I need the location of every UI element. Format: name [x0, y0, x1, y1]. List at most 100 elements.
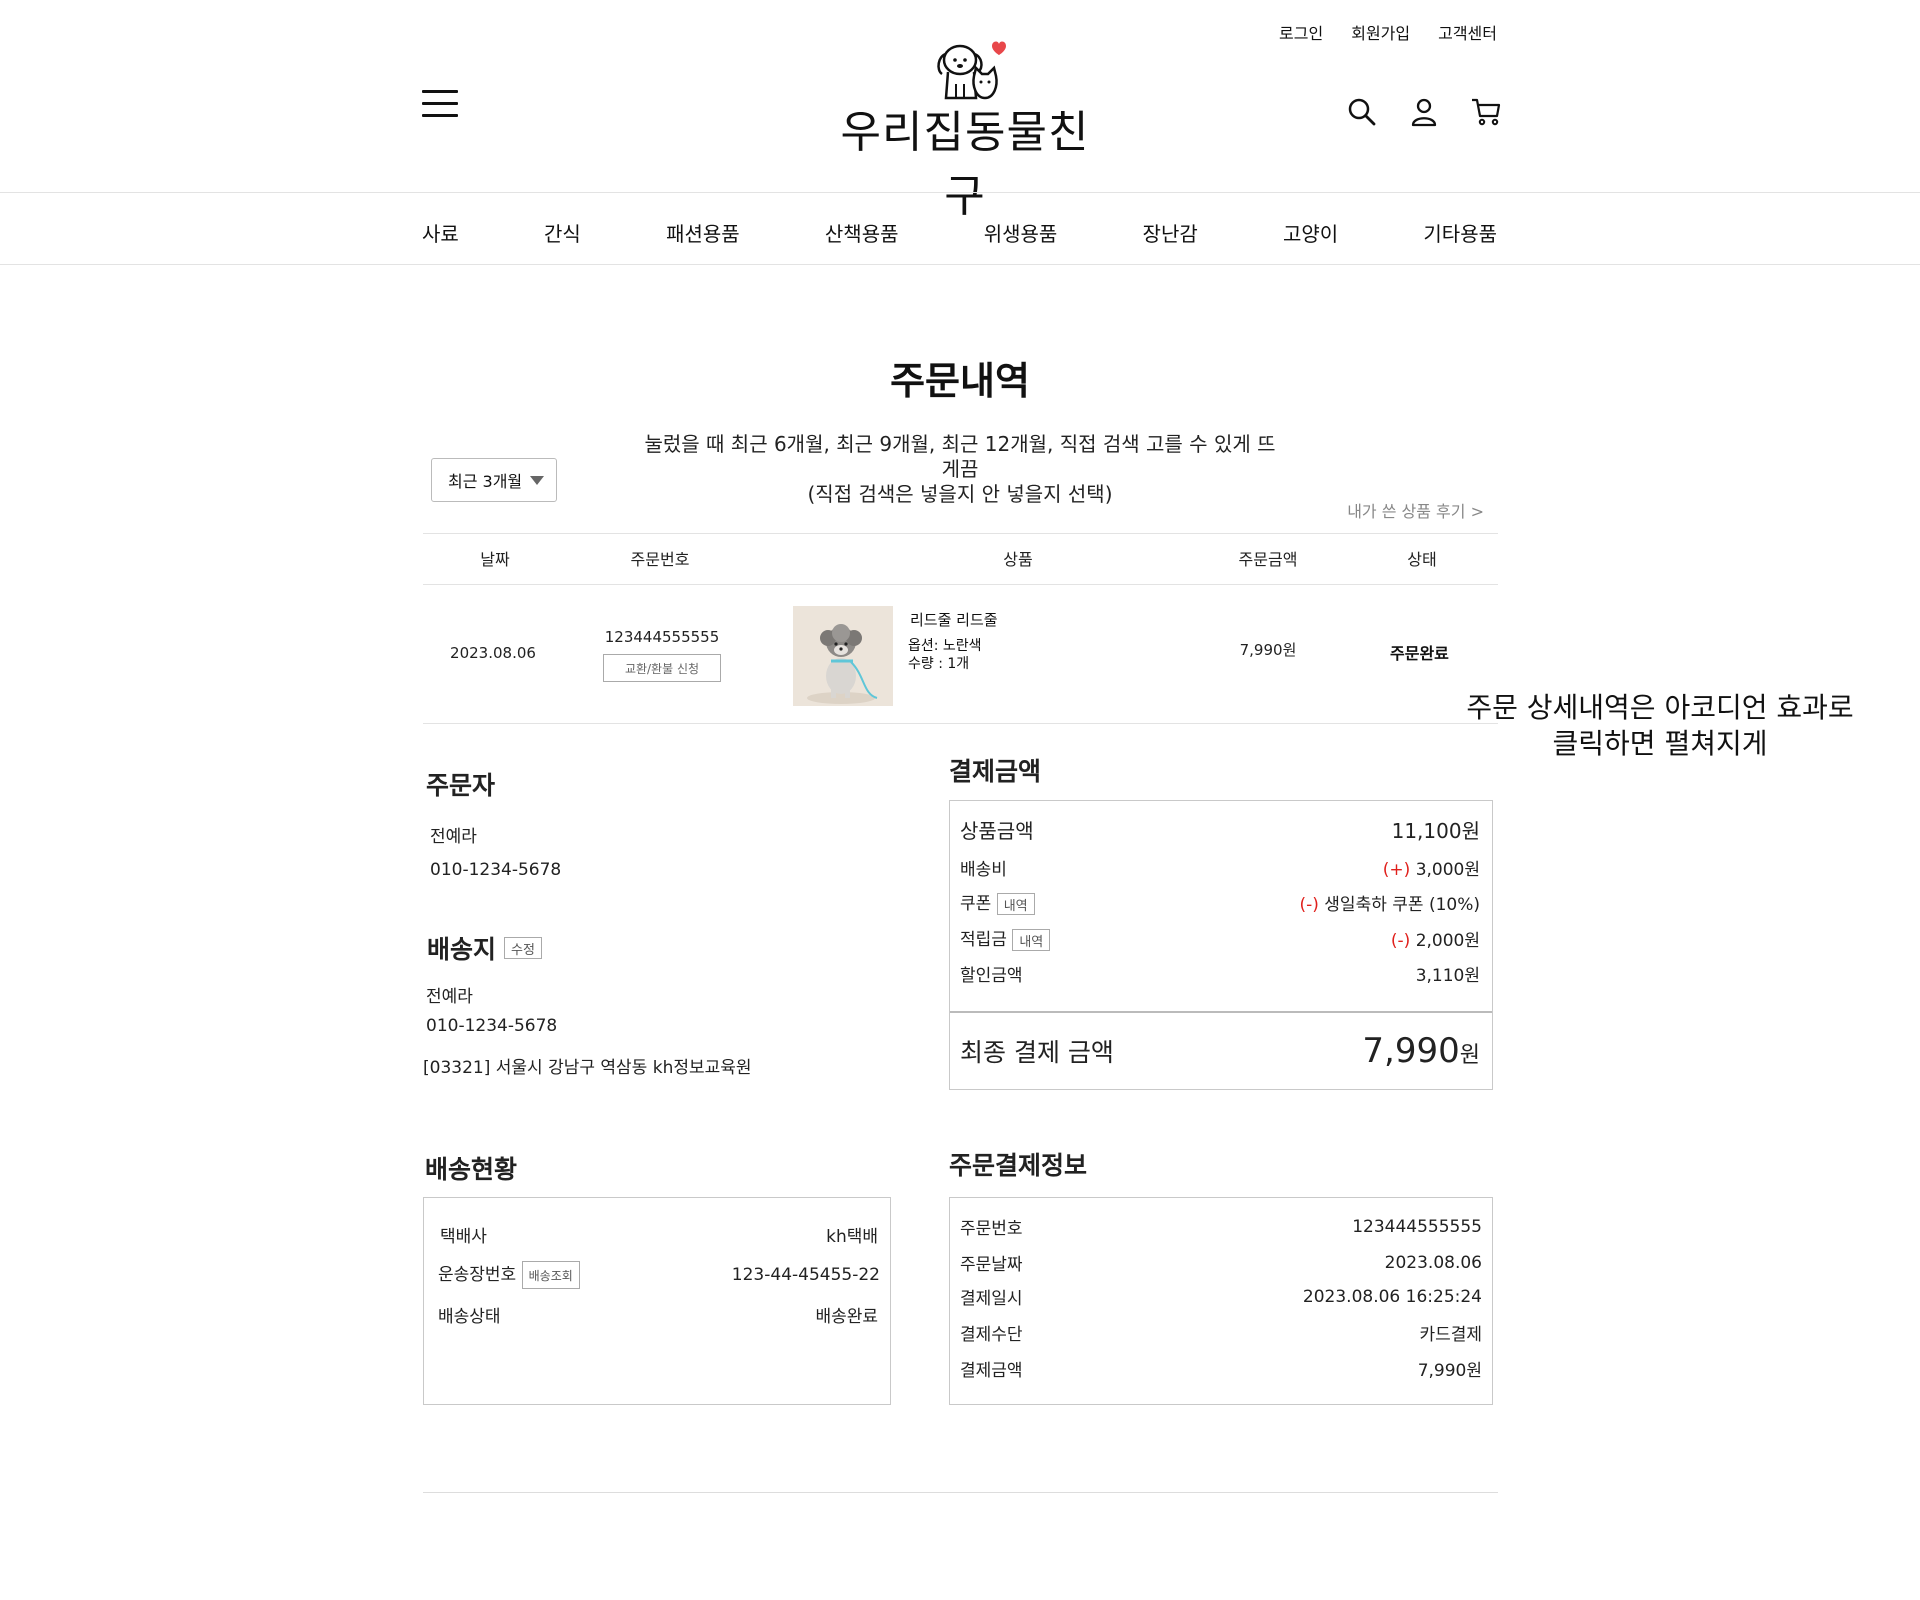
payment-divider	[950, 1011, 1492, 1013]
product-name[interactable]: 리드줄 리드줄	[910, 609, 998, 630]
tracking-label: 운송장번호	[438, 1265, 517, 1285]
points-label: 적립금	[960, 930, 1007, 950]
track-delivery-button[interactable]: 배송조회	[521, 1261, 580, 1289]
row-amount: 7,990원	[1239, 641, 1297, 659]
site-logo[interactable]: 우리집동물친구	[820, 36, 1110, 222]
footer-divider	[423, 1492, 1498, 1493]
logo-text: 우리집동물친구	[840, 107, 1090, 222]
delivery-address: [03321] 서울시 강남구 역삼동 kh정보교육원	[423, 1058, 752, 1078]
orderer-title: 주문자	[426, 771, 496, 800]
nav-item-hygiene[interactable]: 위생용품	[984, 218, 1058, 247]
points-value: 2,000원	[1415, 930, 1480, 951]
tracking-number[interactable]: 123-44-45455-22	[732, 1265, 880, 1285]
minus-sign: (-)	[1299, 894, 1319, 915]
info-label: 결제금액	[960, 1361, 1023, 1381]
nav-divider	[0, 264, 1920, 265]
top-links: 로그인 회원가입 고객센터	[1279, 20, 1497, 44]
login-link[interactable]: 로그인	[1279, 20, 1323, 44]
points-label-wrap: 적립금 내역	[960, 925, 1051, 951]
carrier-value: kh택배	[826, 1227, 878, 1247]
annotation-line1: 주문 상세내역은 아코디언 효과로	[1466, 691, 1854, 724]
carrier-row: 택배사 kh택배	[440, 1222, 878, 1247]
hamburger-menu-icon[interactable]	[422, 90, 458, 120]
info-value: 2023.08.06 16:25:24	[1302, 1286, 1482, 1307]
signup-link[interactable]: 회원가입	[1351, 20, 1410, 44]
info-value: 123444555555	[1352, 1216, 1482, 1237]
product-quantity: 수량 : 1개	[908, 656, 970, 672]
product-options: 옵션: 노란색 수량 : 1개	[908, 637, 982, 673]
coupon-label-wrap: 쿠폰 내역	[960, 889, 1035, 915]
points-history-button[interactable]: 내역	[1012, 929, 1051, 951]
header-icons	[1346, 96, 1502, 128]
info-label: 결제수단	[960, 1325, 1023, 1345]
order-payment-info-box: 주문번호 123444555555 주문날짜 2023.08.06 결제일시 2…	[949, 1197, 1493, 1405]
shipping-fee-value: 3,000원	[1415, 860, 1480, 880]
points-value-wrap: (-) 2,000원	[1391, 926, 1480, 951]
minus-sign: (-)	[1390, 930, 1411, 951]
product-thumbnail[interactable]	[793, 606, 893, 706]
nav-item-food[interactable]: 사료	[422, 218, 459, 247]
header-divider	[0, 192, 1920, 193]
info-row-pay-amount: 결제금액 7,990원	[960, 1356, 1482, 1381]
payment-title: 결제금액	[949, 757, 1042, 786]
nav-item-walk[interactable]: 산책용품	[825, 218, 899, 247]
order-payment-info-title: 주문결제정보	[949, 1151, 1088, 1180]
info-value: 2023.08.06	[1384, 1252, 1482, 1273]
final-amount-value: 7,990	[1362, 1031, 1460, 1071]
nav-item-cat[interactable]: 고양이	[1283, 218, 1338, 247]
row-order-no[interactable]: 123444555555	[600, 628, 724, 646]
product-option: 옵션: 노란색	[908, 638, 982, 654]
delivery-status-label: 배송상태	[438, 1307, 501, 1327]
tracking-row: 운송장번호 배송조회 123-44-45455-22	[438, 1260, 880, 1289]
period-note-line2: (직접 검색은 넣을지 안 넣을지 선택)	[807, 482, 1113, 506]
th-product: 상품	[1003, 550, 1033, 569]
user-icon[interactable]	[1408, 96, 1440, 128]
th-order-no: 주문번호	[630, 550, 690, 569]
page-title: 주문내역	[890, 359, 1030, 403]
final-amount-label: 최종 결제 금액	[960, 1038, 1114, 1067]
row-status: 주문완료	[1390, 644, 1449, 663]
delivery-phone: 010-1234-5678	[426, 1016, 558, 1036]
discount-value: 3,110원	[1415, 966, 1480, 986]
nav-item-fashion[interactable]: 패션용품	[666, 218, 740, 247]
info-label: 주문날짜	[960, 1255, 1023, 1275]
customer-center-link[interactable]: 고객센터	[1438, 20, 1497, 44]
plus-sign: (+)	[1382, 860, 1411, 880]
final-amount-unit: 원	[1459, 1043, 1480, 1068]
period-select[interactable]: 최근 3개월	[431, 458, 557, 502]
discount-row: 할인금액 3,110원	[960, 961, 1480, 986]
search-icon[interactable]	[1346, 96, 1378, 128]
info-row-order-no: 주문번호 123444555555	[960, 1214, 1482, 1240]
delivery-edit-button[interactable]: 수정	[504, 937, 542, 959]
nav-item-toys[interactable]: 장난감	[1143, 218, 1198, 247]
annotation-line2: 클릭하면 펼쳐지게	[1552, 727, 1768, 760]
table-top-line	[423, 533, 1498, 534]
th-amount: 주문금액	[1238, 550, 1298, 569]
shipping-fee-label: 배송비	[960, 860, 1007, 880]
orderer-phone: 010-1234-5678	[430, 860, 562, 880]
shipping-status-box: 택배사 kh택배 운송장번호 배송조회 123-44-45455-22 배송상태…	[423, 1197, 891, 1405]
my-review-link[interactable]: 내가 쓴 상품 후기 >	[1330, 498, 1484, 522]
carrier-label: 택배사	[440, 1227, 487, 1247]
info-value: 7,990원	[1417, 1361, 1482, 1381]
cart-icon[interactable]	[1470, 96, 1502, 128]
points-row: 적립금 내역 (-) 2,000원	[960, 925, 1480, 951]
shipping-fee-value-wrap: (+) 3,000원	[1383, 855, 1480, 880]
info-row-paid-at: 결제일시 2023.08.06 16:25:24	[960, 1284, 1482, 1310]
discount-label: 할인금액	[960, 966, 1023, 986]
exchange-refund-button[interactable]: 교환/환불 신청	[603, 654, 721, 682]
shipping-status-title: 배송현황	[425, 1155, 518, 1184]
info-row-order-date: 주문날짜 2023.08.06	[960, 1250, 1482, 1276]
payment-box: 상품금액 11,100원 배송비 (+) 3,000원 쿠폰 내역 (-) 생일…	[949, 800, 1493, 1090]
delivery-title: 배송지	[427, 935, 497, 964]
nav-item-etc[interactable]: 기타용품	[1423, 218, 1497, 247]
row-date: 2023.08.06	[450, 644, 536, 662]
accordion-annotation: 주문 상세내역은 아코디언 효과로 클릭하면 펼쳐지게	[1460, 690, 1860, 762]
delivery-status-value: 배송완료	[815, 1307, 878, 1327]
product-amount-value: 11,100원	[1391, 819, 1480, 843]
coupon-history-button[interactable]: 내역	[996, 893, 1035, 915]
delivery-status-row: 배송상태 배송완료	[438, 1302, 878, 1327]
logo-pets-icon	[937, 41, 1006, 100]
nav-item-snacks[interactable]: 간식	[544, 218, 581, 247]
shipping-fee-row: 배송비 (+) 3,000원	[960, 855, 1480, 880]
